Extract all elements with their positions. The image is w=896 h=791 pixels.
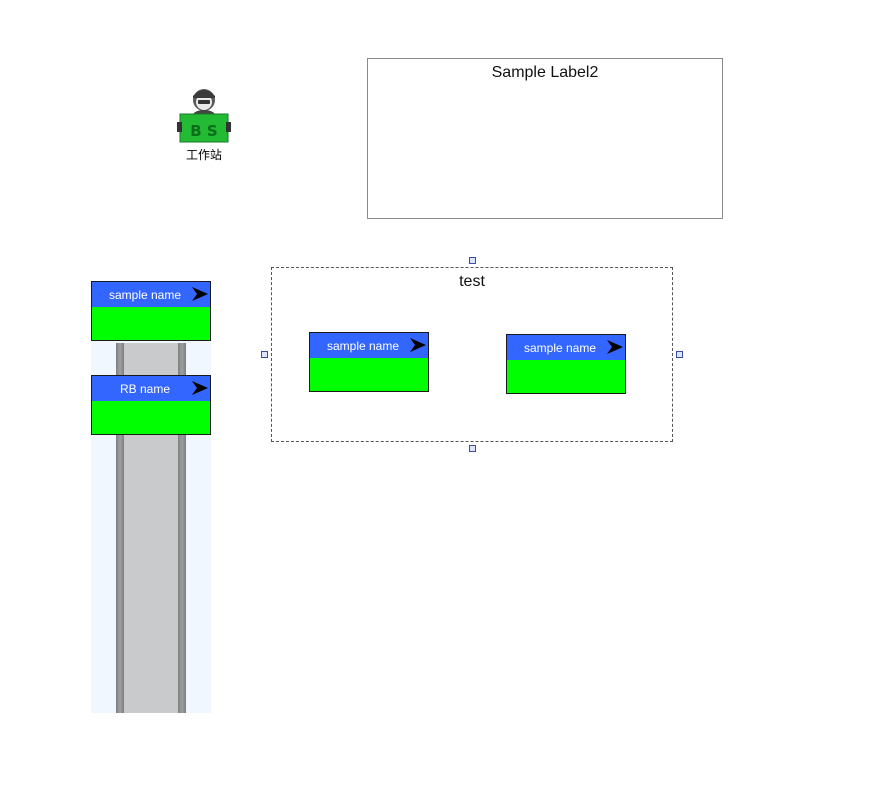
arrow-right-icon <box>192 381 208 395</box>
workstation-node[interactable]: B S 工作站 <box>174 84 234 164</box>
operator-icon: B S <box>177 89 231 143</box>
card-header: RB name <box>92 376 210 401</box>
group-title: test <box>459 273 485 290</box>
resize-handle-right[interactable] <box>676 351 683 358</box>
arrow-right-icon <box>192 287 208 301</box>
arrow-right-icon <box>410 338 426 352</box>
device-card[interactable]: sample name <box>91 281 211 341</box>
sample-label-box[interactable]: Sample Label2 <box>367 58 723 219</box>
resize-handle-left[interactable] <box>261 351 268 358</box>
label-box-title: Sample Label2 <box>491 64 599 81</box>
badge-text: B S <box>190 122 217 140</box>
workstation-label: 工作站 <box>185 148 222 162</box>
arrow-right-icon <box>607 340 623 354</box>
resize-handle-bottom[interactable] <box>469 445 476 452</box>
card-header: sample name <box>92 282 210 307</box>
diagram-canvas[interactable]: B S 工作站 Sample Label2 sample name RB nam… <box>0 0 896 791</box>
card-header: sample name <box>507 335 625 360</box>
card-name: RB name <box>119 382 171 396</box>
card-name: sample name <box>326 339 400 353</box>
card-name: sample name <box>523 341 597 355</box>
device-card[interactable]: sample name <box>506 334 626 394</box>
device-card[interactable]: sample name <box>309 332 429 392</box>
device-card[interactable]: RB name <box>91 375 211 435</box>
card-name: sample name <box>108 288 182 302</box>
card-header: sample name <box>310 333 428 358</box>
resize-handle-top[interactable] <box>469 257 476 264</box>
